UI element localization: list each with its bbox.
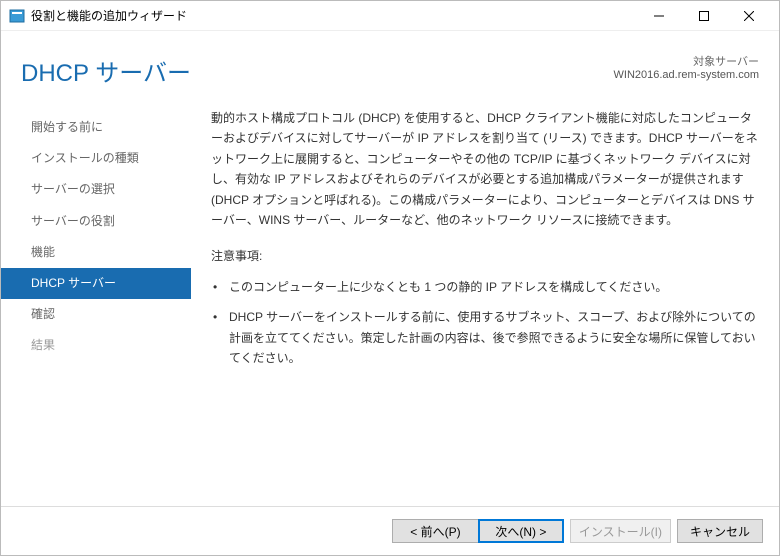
content-panel: 動的ホスト構成プロトコル (DHCP) を使用すると、DHCP クライアント機能… — [191, 104, 779, 506]
sidebar-item-confirm[interactable]: 確認 — [1, 299, 191, 330]
nav-button-group: < 前へ(P) 次へ(N) > — [392, 519, 564, 543]
prev-button[interactable]: < 前へ(P) — [392, 519, 478, 543]
page-title: DHCP サーバー — [21, 53, 191, 88]
cancel-button[interactable]: キャンセル — [677, 519, 763, 543]
next-button[interactable]: 次へ(N) > — [478, 519, 564, 543]
sidebar-item-install-type[interactable]: インストールの種類 — [1, 143, 191, 174]
app-icon — [9, 8, 25, 24]
install-button: インストール(I) — [570, 519, 671, 543]
header: DHCP サーバー 対象サーバー WIN2016.ad.rem-system.c… — [1, 31, 779, 98]
description-text: 動的ホスト構成プロトコル (DHCP) を使用すると、DHCP クライアント機能… — [211, 108, 759, 230]
target-server-name: WIN2016.ad.rem-system.com — [614, 69, 759, 81]
sidebar-item-features[interactable]: 機能 — [1, 237, 191, 268]
window-title: 役割と機能の追加ウィザード — [31, 7, 636, 24]
main-area: 開始する前に インストールの種類 サーバーの選択 サーバーの役割 機能 DHCP… — [1, 98, 779, 506]
window-controls — [636, 2, 771, 30]
note-item: DHCP サーバーをインストールする前に、使用するサブネット、スコープ、および除… — [225, 307, 759, 368]
sidebar-item-dhcp[interactable]: DHCP サーバー — [1, 268, 191, 299]
close-button[interactable] — [726, 2, 771, 30]
sidebar-item-server-select[interactable]: サーバーの選択 — [1, 174, 191, 205]
sidebar-item-server-roles[interactable]: サーバーの役割 — [1, 206, 191, 237]
sidebar: 開始する前に インストールの種類 サーバーの選択 サーバーの役割 機能 DHCP… — [1, 104, 191, 506]
titlebar: 役割と機能の追加ウィザード — [1, 1, 779, 31]
minimize-button[interactable] — [636, 2, 681, 30]
note-item: このコンピューター上に少なくとも 1 つの静的 IP アドレスを構成してください… — [225, 277, 759, 297]
notes-list: このコンピューター上に少なくとも 1 つの静的 IP アドレスを構成してください… — [211, 277, 759, 369]
maximize-button[interactable] — [681, 2, 726, 30]
target-label: 対象サーバー — [614, 53, 759, 69]
footer: < 前へ(P) 次へ(N) > インストール(I) キャンセル — [1, 506, 779, 555]
notes-title: 注意事項: — [211, 246, 759, 266]
sidebar-item-results: 結果 — [1, 330, 191, 361]
wizard-window: 役割と機能の追加ウィザード DHCP サーバー 対象サーバー WIN2016.a… — [0, 0, 780, 556]
target-server-box: 対象サーバー WIN2016.ad.rem-system.com — [614, 53, 759, 81]
sidebar-item-before-begin[interactable]: 開始する前に — [1, 112, 191, 143]
